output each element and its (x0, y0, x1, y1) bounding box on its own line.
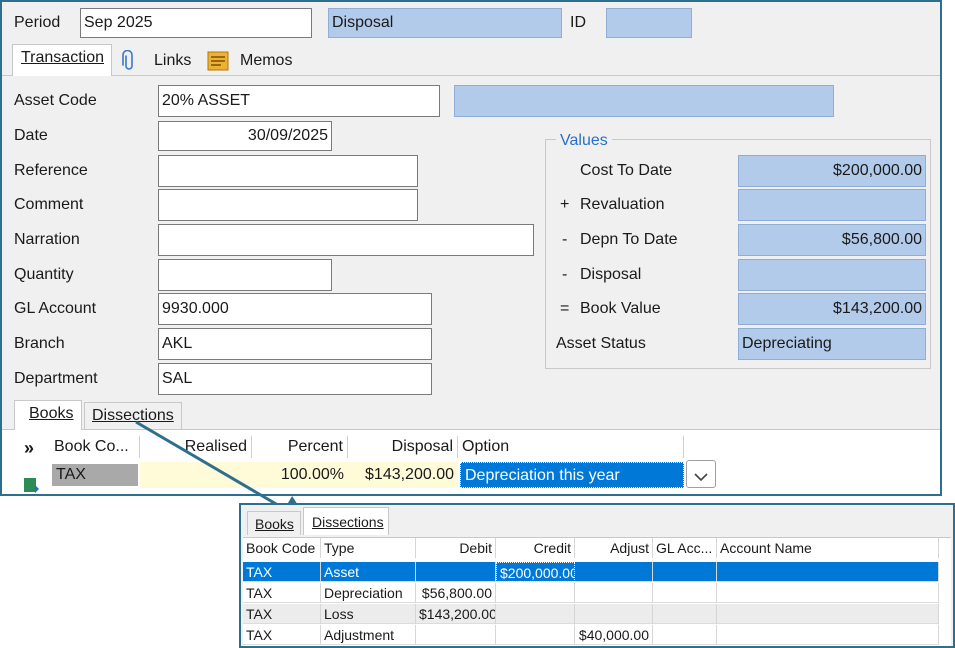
table-row[interactable]: TAX Adjustment $40,000.00 (243, 625, 939, 645)
adjust-cell[interactable] (575, 604, 653, 624)
type-cell[interactable]: Depreciation (321, 583, 416, 603)
adjust-cell[interactable] (575, 562, 653, 582)
debit-cell[interactable] (416, 562, 496, 582)
account-name-cell[interactable] (717, 562, 939, 582)
account-name-cell[interactable] (717, 583, 939, 603)
book-code-cell[interactable]: TAX (243, 604, 321, 624)
table-row[interactable]: TAX Depreciation $56,800.00 (243, 583, 939, 603)
table-row[interactable]: TAX Asset $200,000.00 (243, 562, 939, 582)
type-cell[interactable]: Asset (321, 562, 416, 582)
inset-tab-books-label: Books (255, 516, 294, 532)
credit-cell[interactable] (496, 625, 575, 645)
column-header-type[interactable]: Type (321, 538, 416, 558)
type-cell[interactable]: Loss (321, 604, 416, 624)
inset-tab-dissections-label: Dissections (312, 514, 384, 530)
column-header-account-name[interactable]: Account Name (717, 538, 939, 558)
column-header-gl-account[interactable]: GL Acc... (653, 538, 717, 558)
adjust-cell[interactable]: $40,000.00 (575, 625, 653, 645)
credit-cell[interactable] (496, 604, 575, 624)
type-cell[interactable]: Adjustment (321, 625, 416, 645)
column-header-credit[interactable]: Credit (496, 538, 575, 558)
book-code-cell[interactable]: TAX (243, 583, 321, 603)
gl-account-cell[interactable] (653, 625, 717, 645)
gl-account-cell[interactable] (653, 604, 717, 624)
debit-cell[interactable]: $143,200.00 (416, 604, 496, 624)
table-row[interactable]: TAX Loss $143,200.00 (243, 604, 939, 624)
column-header-book-code[interactable]: Book Code (243, 538, 321, 558)
inset-tab-books[interactable]: Books (247, 511, 301, 535)
dissections-grid: Book Code Type Debit Credit Adjust GL Ac… (243, 537, 951, 646)
book-code-cell[interactable]: TAX (243, 625, 321, 645)
account-name-cell[interactable] (717, 604, 939, 624)
inset-tab-dissections[interactable]: Dissections (303, 507, 389, 535)
adjust-cell[interactable] (575, 583, 653, 603)
credit-cell[interactable] (496, 583, 575, 603)
credit-cell[interactable]: $200,000.00 (496, 562, 575, 582)
column-header-adjust[interactable]: Adjust (575, 538, 653, 558)
account-name-cell[interactable] (717, 625, 939, 645)
debit-cell[interactable] (416, 625, 496, 645)
gl-account-cell[interactable] (653, 562, 717, 582)
gl-account-cell[interactable] (653, 583, 717, 603)
debit-cell[interactable]: $56,800.00 (416, 583, 496, 603)
book-code-cell[interactable]: TAX (243, 562, 321, 582)
dissections-inset: Books Dissections Book Code Type Debit C… (239, 503, 955, 648)
column-header-debit[interactable]: Debit (416, 538, 496, 558)
